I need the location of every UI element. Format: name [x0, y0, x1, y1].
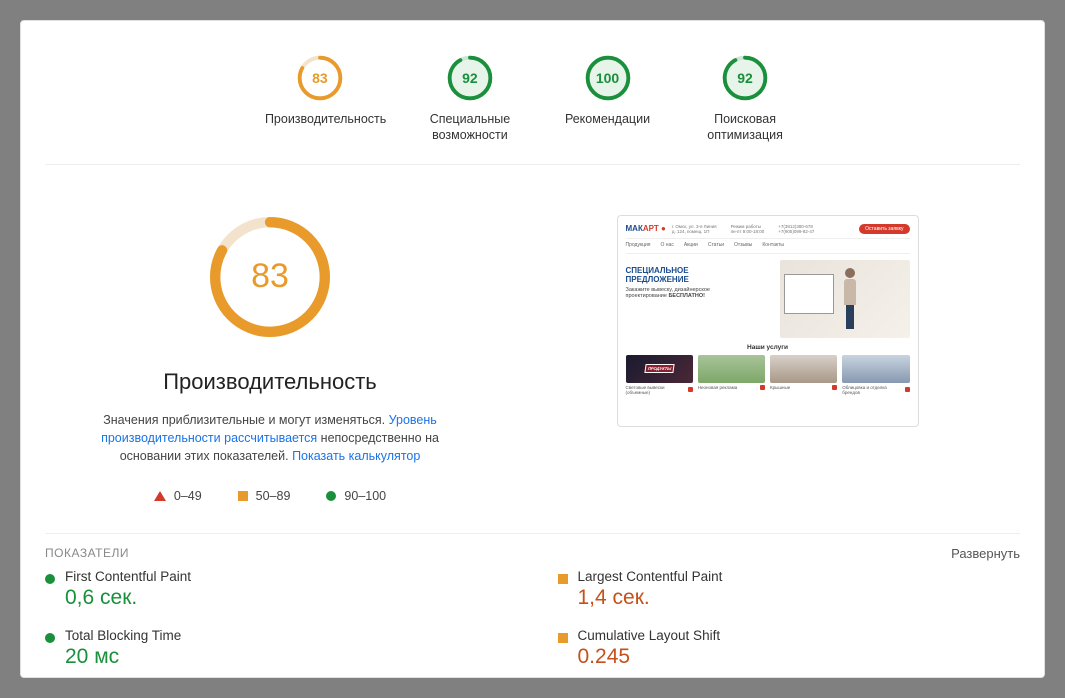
metric-fcp[interactable]: First Contentful Paint 0,6 сек. — [45, 569, 508, 610]
performance-column: 83 Производительность Значения приблизит… — [45, 215, 475, 503]
gauge-label: Производительность — [265, 111, 375, 127]
metric-value: 1,4 сек. — [578, 586, 723, 610]
triangle-icon — [154, 491, 166, 501]
gauge-label: Рекомендации — [565, 111, 650, 127]
square-icon — [238, 491, 248, 501]
metrics-grid: First Contentful Paint 0,6 сек. Largest … — [45, 569, 1020, 677]
metric-name: First Contentful Paint — [65, 569, 191, 584]
circle-icon — [326, 491, 336, 501]
gauge-score: 92 — [722, 55, 768, 101]
square-icon — [558, 633, 568, 643]
performance-section: 83 Производительность Значения приблизит… — [45, 165, 1020, 534]
site-thumbnail-column: МАКАРТ ● г. Омск, ул. 3-я Линияд. 124, п… — [515, 215, 1020, 503]
performance-score: 83 — [208, 215, 332, 339]
gauge-score: 83 — [297, 55, 343, 101]
metric-value: 0.245 — [578, 645, 721, 669]
gauge-label: Специальные возможности — [415, 111, 525, 144]
circle-icon — [45, 574, 55, 584]
gauge-best-practices-small[interactable]: 100 Рекомендации — [565, 55, 650, 144]
metric-value: 20 мс — [65, 645, 181, 669]
thumb-cta: Оставить заявку — [859, 224, 909, 234]
metrics-title: ПОКАЗАТЕЛИ — [45, 546, 129, 560]
gauge-score: 100 — [585, 55, 631, 101]
show-calculator-link[interactable]: Показать калькулятор — [292, 449, 420, 463]
gauge-accessibility-small[interactable]: 92 Специальные возможности — [415, 55, 525, 144]
metric-value: 0,6 сек. — [65, 586, 191, 610]
metric-lcp[interactable]: Largest Contentful Paint 1,4 сек. — [558, 569, 1021, 610]
square-icon — [558, 574, 568, 584]
gauge-seo-small[interactable]: 92 Поисковая оптимизация — [690, 55, 800, 144]
performance-description: Значения приблизительные и могут изменят… — [80, 411, 460, 465]
category-gauges-row: 83 Производительность 92 Специальные воз… — [45, 45, 1020, 165]
gauge-label: Поисковая оптимизация — [690, 111, 800, 144]
performance-title: Производительность — [163, 369, 377, 395]
metric-name: Largest Contentful Paint — [578, 569, 723, 584]
metrics-header: ПОКАЗАТЕЛИ Развернуть — [45, 534, 1020, 569]
circle-icon — [45, 633, 55, 643]
thumb-nav: ПродукцияО насАкцииСтатьиОтзывыКонтакты — [626, 239, 910, 254]
gauge-performance-small[interactable]: 83 Производительность — [265, 55, 375, 144]
score-legend: 0–49 50–89 90–100 — [154, 489, 386, 503]
thumb-logo: МАКАРТ ● — [626, 224, 666, 233]
performance-gauge-large: 83 — [208, 215, 332, 339]
metric-tbt[interactable]: Total Blocking Time 20 мс — [45, 628, 508, 669]
metric-name: Cumulative Layout Shift — [578, 628, 721, 643]
report-card: 83 Производительность 92 Специальные воз… — [20, 20, 1045, 678]
expand-button[interactable]: Развернуть — [951, 546, 1020, 561]
metric-name: Total Blocking Time — [65, 628, 181, 643]
site-thumbnail: МАКАРТ ● г. Омск, ул. 3-я Линияд. 124, п… — [617, 215, 919, 427]
metric-cls[interactable]: Cumulative Layout Shift 0.245 — [558, 628, 1021, 669]
gauge-score: 92 — [447, 55, 493, 101]
